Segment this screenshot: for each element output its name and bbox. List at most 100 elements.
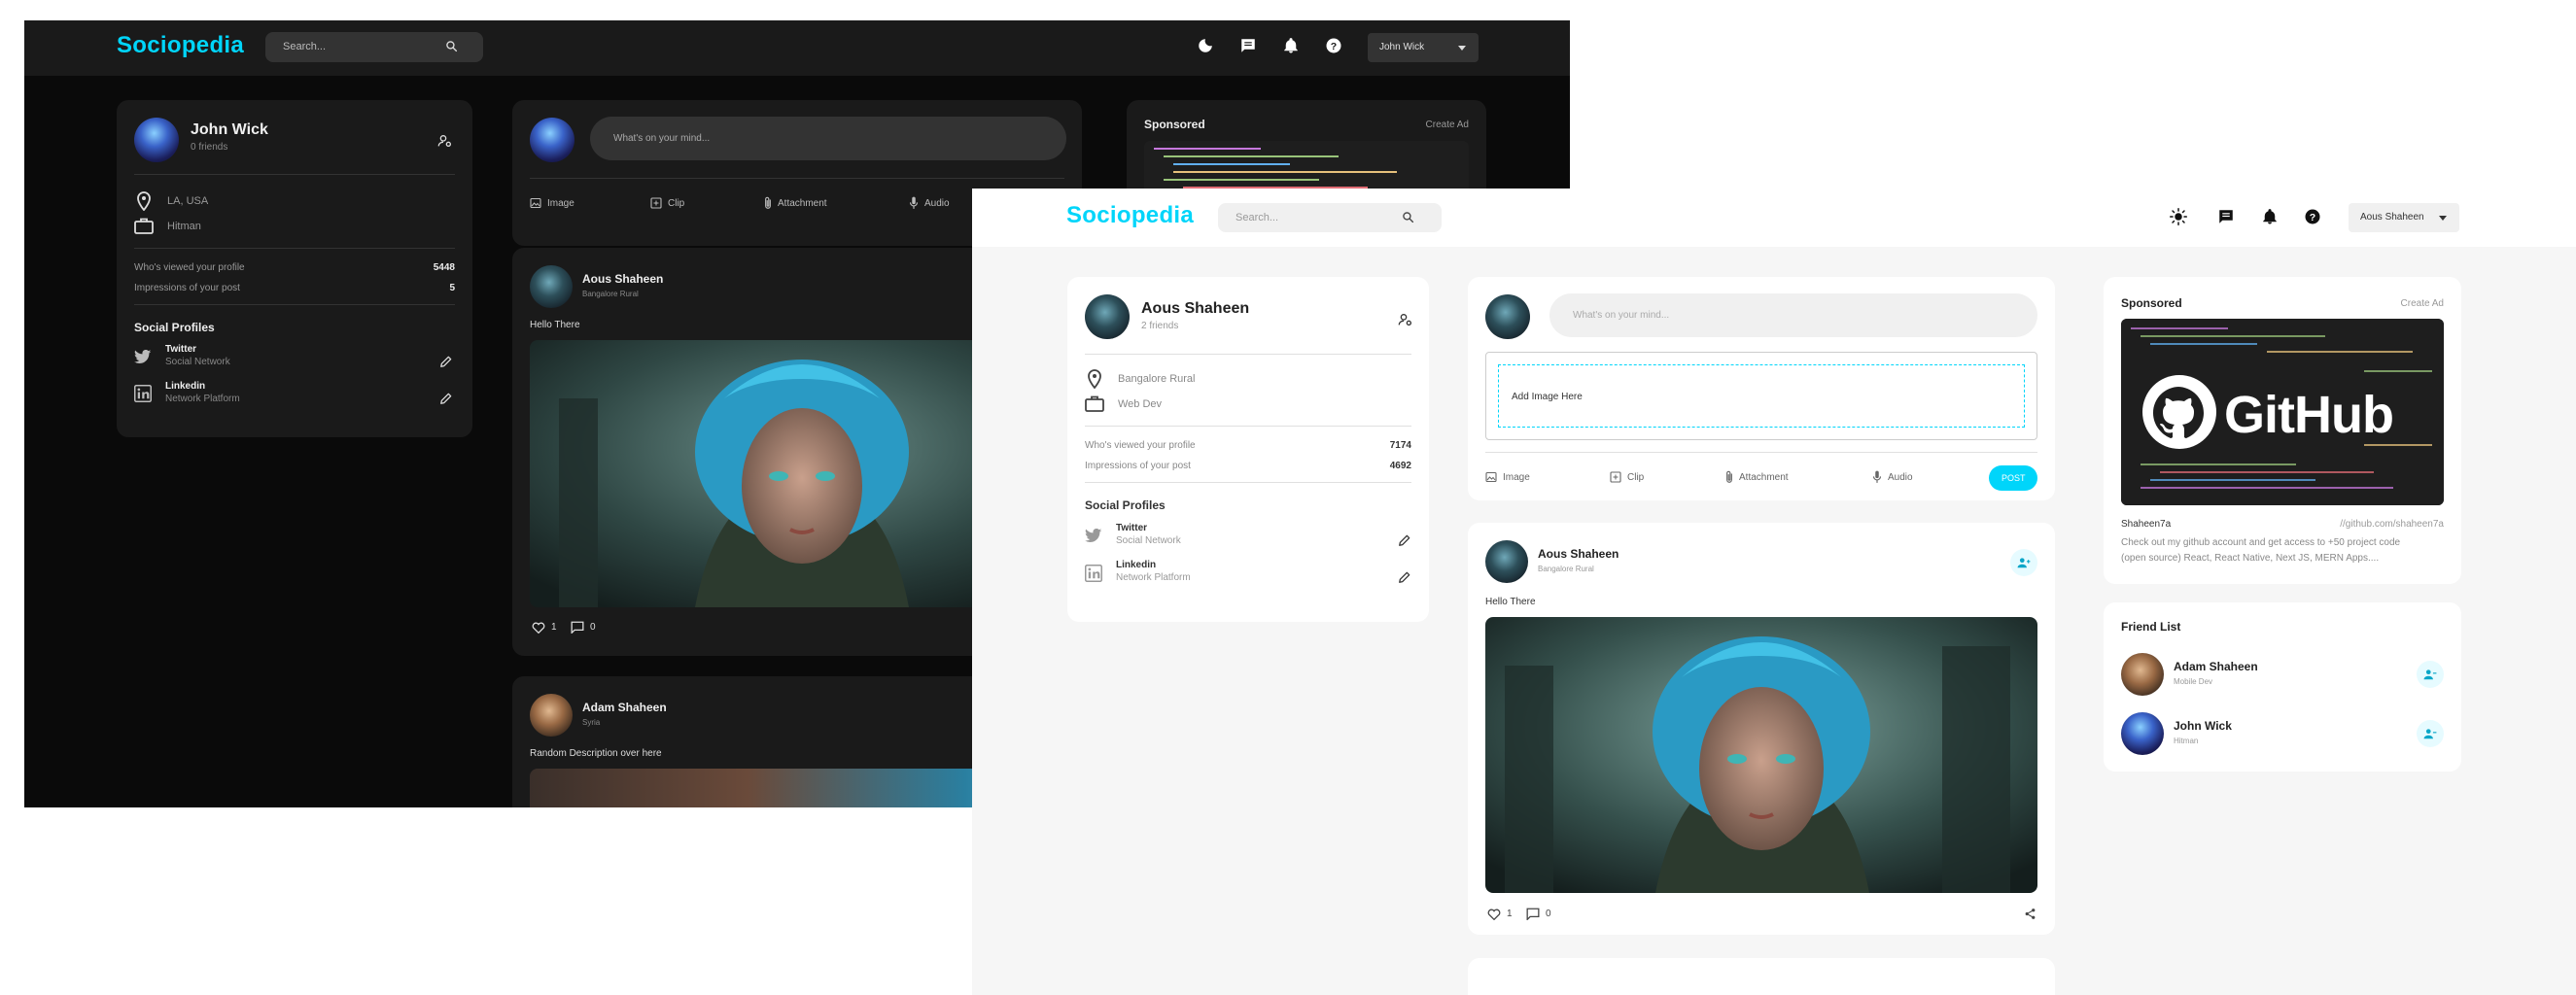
remove-friend-button[interactable] (2417, 720, 2444, 747)
search-bar[interactable]: Search... (265, 32, 483, 62)
post-author[interactable]: Adam Shaheen (582, 701, 667, 714)
composer-input[interactable]: What's on your mind... (1549, 293, 2037, 337)
manage-account-icon[interactable] (1398, 313, 1413, 326)
friend-list-widget: Friend List Adam Shaheen Mobile Dev John… (2104, 602, 2461, 772)
create-ad-link[interactable]: Create Ad (2401, 298, 2444, 309)
profile-name[interactable]: John Wick (191, 121, 268, 139)
divider (1085, 426, 1411, 427)
edit-pencil-icon[interactable] (1398, 570, 1411, 584)
composer-action-attachment[interactable]: Attachment (1739, 472, 1789, 483)
microphone-icon[interactable] (1872, 470, 1882, 484)
social-name-twitter[interactable]: Twitter (1116, 523, 1147, 533)
composer-action-clip[interactable]: Clip (1627, 472, 1644, 483)
avatar[interactable] (530, 265, 573, 308)
avatar[interactable] (530, 694, 573, 737)
heart-icon[interactable] (1487, 908, 1501, 920)
search-icon[interactable] (445, 40, 458, 52)
create-ad-link[interactable]: Create Ad (1426, 120, 1469, 130)
social-name-linkedin[interactable]: Linkedin (1116, 560, 1156, 570)
friend-role: Hitman (2174, 737, 2199, 745)
heart-icon[interactable] (532, 621, 545, 634)
ad-link[interactable]: //github.com/shaheen7a (2340, 519, 2444, 530)
avatar (1485, 294, 1530, 339)
social-type-twitter: Social Network (1116, 535, 1181, 546)
friend-name[interactable]: Adam Shaheen (2174, 660, 2258, 673)
post-location: Bangalore Rural (1538, 565, 1594, 573)
post-author[interactable]: Aous Shaheen (1538, 547, 1619, 561)
image-icon[interactable] (530, 197, 541, 209)
avatar[interactable] (1085, 294, 1130, 339)
remove-friend-button[interactable] (2417, 661, 2444, 688)
sponsored-title: Sponsored (1144, 118, 1205, 131)
work-icon (1085, 395, 1104, 412)
friends-count: 0 friends (191, 142, 228, 153)
search-input[interactable]: Search... (283, 41, 326, 52)
social-name-twitter[interactable]: Twitter (165, 344, 196, 355)
profile-name[interactable]: Aous Shaheen (1141, 300, 1249, 318)
composer-placeholder: What's on your mind... (1573, 310, 1670, 321)
avatar[interactable] (2121, 653, 2164, 696)
svg-text:?: ? (1331, 41, 1337, 52)
like-count: 1 (551, 622, 557, 633)
composer-action-clip[interactable]: Clip (668, 198, 684, 209)
help-icon[interactable]: ? (1325, 37, 1342, 54)
user-menu-label: John Wick (1379, 42, 1425, 52)
profile-views-value: 5448 (433, 262, 455, 273)
avatar[interactable] (134, 118, 179, 162)
work-icon (134, 218, 154, 234)
app-logo[interactable]: Sociopedia (1066, 202, 1194, 229)
friend-name[interactable]: John Wick (2174, 719, 2232, 733)
chevron-down-icon (2439, 216, 2447, 221)
share-icon[interactable] (2024, 908, 2036, 920)
post-button-label: POST (2002, 473, 2026, 483)
comment-icon[interactable] (571, 621, 584, 634)
edit-pencil-icon[interactable] (439, 392, 453, 405)
user-menu-select[interactable]: John Wick (1368, 33, 1479, 62)
image-icon[interactable] (1485, 471, 1497, 483)
person-add-icon (2017, 558, 2031, 568)
light-mode-screen: Sociopedia Search... ? Aous Shaheen Aous… (972, 189, 2576, 995)
search-icon[interactable] (1402, 211, 1414, 223)
post-author[interactable]: Aous Shaheen (582, 272, 663, 286)
composer-action-image[interactable]: Image (1503, 472, 1530, 483)
image-dropzone[interactable]: Add Image Here (1485, 352, 2037, 440)
composer-action-audio[interactable]: Audio (924, 198, 950, 209)
attachment-icon[interactable] (763, 196, 773, 210)
avatar[interactable] (2121, 712, 2164, 755)
comment-icon[interactable] (1526, 908, 1540, 920)
notifications-bell-icon[interactable] (1282, 37, 1300, 54)
avatar (530, 118, 574, 162)
message-icon[interactable] (2217, 208, 2235, 225)
post-card (1468, 958, 2055, 995)
composer-input[interactable]: What's on your mind... (590, 117, 1066, 160)
social-name-linkedin[interactable]: Linkedin (165, 381, 205, 392)
linkedin-icon (1085, 565, 1102, 582)
help-icon[interactable]: ? (2304, 208, 2321, 225)
attachment-icon[interactable] (1724, 470, 1734, 484)
composer-action-image[interactable]: Image (547, 198, 574, 209)
message-icon[interactable] (1239, 37, 1257, 54)
clip-icon[interactable] (650, 197, 662, 209)
user-menu-select[interactable]: Aous Shaheen (2349, 203, 2459, 232)
search-bar[interactable]: Search... (1218, 203, 1442, 232)
search-input[interactable]: Search... (1236, 212, 1278, 223)
dark-mode-moon-icon[interactable] (1197, 37, 1214, 54)
avatar[interactable] (1485, 540, 1528, 583)
composer-action-audio[interactable]: Audio (1888, 472, 1913, 483)
light-mode-sun-icon[interactable] (2170, 208, 2187, 225)
edit-pencil-icon[interactable] (1398, 533, 1411, 547)
divider (1085, 482, 1411, 483)
manage-account-icon[interactable] (437, 134, 453, 148)
ad-image[interactable]: GitHub (2121, 319, 2444, 505)
microphone-icon[interactable] (909, 196, 919, 210)
post-image[interactable] (1485, 617, 2037, 893)
post-button[interactable]: POST (1989, 465, 2037, 491)
add-friend-button[interactable] (2010, 549, 2037, 576)
app-logo[interactable]: Sociopedia (117, 32, 244, 59)
location-icon (136, 191, 152, 211)
profile-occupation: Web Dev (1118, 398, 1163, 410)
composer-action-attachment[interactable]: Attachment (778, 198, 827, 209)
notifications-bell-icon[interactable] (2261, 208, 2279, 225)
clip-icon[interactable] (1610, 471, 1621, 483)
edit-pencil-icon[interactable] (439, 355, 453, 368)
